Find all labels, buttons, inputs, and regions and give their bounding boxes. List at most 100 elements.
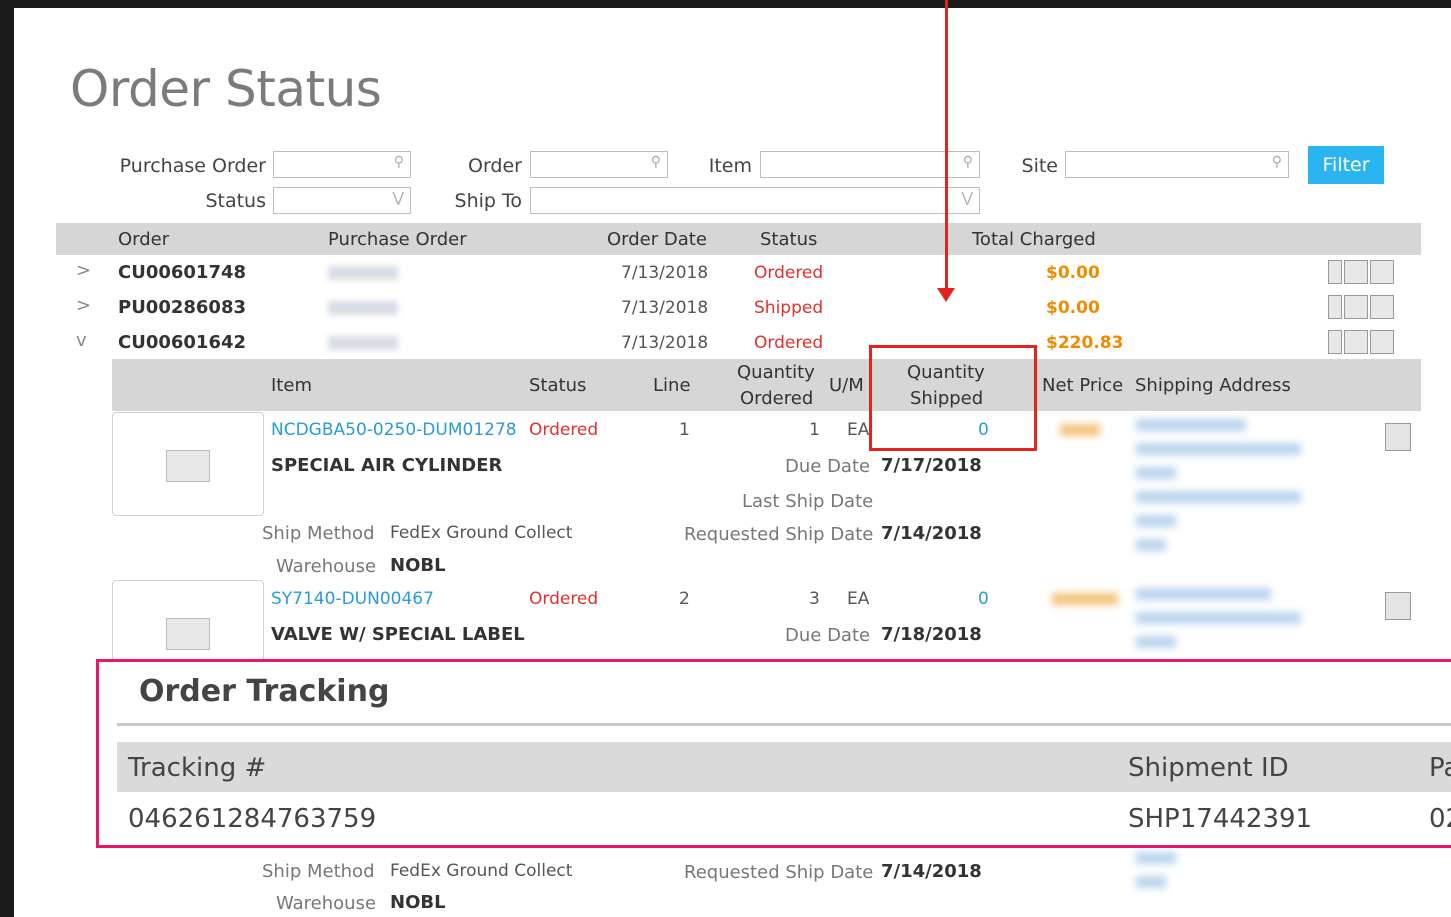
shipment-id: SHP17442391 (1128, 804, 1313, 834)
document-icon[interactable] (1370, 260, 1394, 284)
item-description: SPECIAL AIR CYLINDER (271, 455, 503, 476)
item-link[interactable]: NCDGBA50-0250-DUM01278 (271, 420, 517, 440)
address-redacted (1136, 612, 1301, 624)
search-icon[interactable]: ⚲ (394, 154, 404, 170)
warehouse-label: Warehouse (276, 893, 377, 914)
col-line[interactable]: Line (653, 375, 691, 396)
collapse-icon[interactable] (1328, 295, 1342, 319)
col-order-date[interactable]: Order Date (607, 229, 707, 250)
order-row[interactable]: > PU00286083 7/13/2018 Shipped $0.00 (56, 291, 1421, 326)
ship-method: FedEx Ground Collect (390, 523, 573, 543)
item-description: VALVE W/ SPECIAL LABEL (271, 624, 525, 645)
chevron-right-icon[interactable]: > (76, 260, 91, 281)
document-icon[interactable] (1385, 423, 1411, 451)
item-link[interactable]: SY7140-DUN00467 (271, 589, 434, 609)
truck-icon[interactable] (1344, 330, 1368, 354)
col-qty-ordered-bottom[interactable]: Ordered (740, 388, 813, 409)
search-icon[interactable]: ⚲ (1272, 154, 1282, 170)
qty-ordered: 3 (809, 589, 820, 609)
row-actions (1328, 330, 1396, 354)
truck-icon[interactable] (1344, 295, 1368, 319)
ship-method-label: Ship Method (262, 861, 375, 882)
address-redacted (1136, 588, 1271, 600)
qty-ordered: 1 (809, 420, 820, 440)
address-redacted (1136, 491, 1301, 503)
ship-method-label: Ship Method (262, 523, 375, 544)
line-status: Ordered (529, 589, 599, 609)
col-um[interactable]: U/M (829, 375, 864, 396)
unit-of-measure: EA (847, 420, 870, 440)
chevron-down-icon[interactable]: v (76, 330, 87, 351)
due-date-label: Due Date (785, 456, 871, 477)
search-icon[interactable]: ⚲ (963, 154, 973, 170)
filter-button[interactable]: Filter (1308, 146, 1384, 184)
order-status: Shipped (754, 298, 824, 318)
tracking-number[interactable]: 046261284763759 (128, 804, 376, 834)
purchase-order-input[interactable]: ⚲ (273, 151, 411, 178)
warehouse: NOBL (390, 555, 446, 576)
order-tracking-panel: Order Tracking Tracking # Shipment ID Pa… (96, 659, 1451, 848)
callout-arrow-head (937, 288, 955, 302)
col-partial: Pa (1429, 753, 1451, 783)
line-status: Ordered (529, 420, 599, 440)
col-purchase-order[interactable]: Purchase Order (328, 229, 467, 250)
document-icon[interactable] (1370, 330, 1394, 354)
item-label: Item (708, 155, 752, 177)
col-qty-ordered-top[interactable]: Quantity (737, 362, 815, 383)
order-number[interactable]: CU00601642 (118, 332, 246, 353)
address-redacted (1136, 443, 1301, 455)
order-date: 7/13/2018 (621, 263, 709, 283)
purchase-order-redacted (328, 301, 398, 315)
order-row[interactable]: > CU00601748 7/13/2018 Ordered $0.00 (56, 256, 1421, 291)
left-dark-edge (0, 0, 14, 917)
total-charged: $0.00 (1046, 298, 1100, 318)
address-redacted (1136, 467, 1176, 479)
col-item[interactable]: Item (271, 375, 312, 396)
order-number[interactable]: CU00601748 (118, 262, 246, 283)
callout-arrow-line (945, 0, 948, 290)
divider (117, 723, 1451, 726)
collapse-icon[interactable] (1328, 260, 1342, 284)
status-select[interactable]: ⋁ (273, 187, 411, 214)
col-total-charged[interactable]: Total Charged (972, 229, 1096, 250)
orders-table-header: Order Purchase Order Order Date Status T… (56, 223, 1421, 255)
qty-shipped[interactable]: 0 (978, 589, 989, 609)
address-redacted (1136, 419, 1246, 431)
col-status[interactable]: Status (760, 229, 817, 250)
col-line-status[interactable]: Status (529, 375, 586, 396)
line-number: 1 (679, 420, 690, 440)
site-input[interactable]: ⚲ (1065, 151, 1289, 178)
document-icon[interactable] (1370, 295, 1394, 319)
purchase-order-redacted (328, 266, 398, 280)
lines-table-header: Item Status Line Quantity Ordered U/M Qu… (112, 359, 1421, 411)
requested-ship-date-label: Requested Ship Date (684, 524, 874, 545)
collapse-icon[interactable] (1328, 330, 1342, 354)
net-price-redacted (1052, 593, 1118, 605)
document-icon[interactable] (1385, 592, 1411, 620)
order-status: Ordered (754, 263, 824, 283)
col-order[interactable]: Order (118, 229, 169, 250)
ship-to-select[interactable]: ⋁ (530, 187, 980, 214)
purchase-order-label: Purchase Order (119, 155, 266, 177)
order-row[interactable]: v CU00601642 7/13/2018 Ordered $220.83 (56, 326, 1421, 361)
truck-icon[interactable] (1344, 260, 1368, 284)
image-icon (166, 450, 210, 482)
col-net-price[interactable]: Net Price (1042, 375, 1123, 396)
order-date: 7/13/2018 (621, 333, 709, 353)
order-number[interactable]: PU00286083 (118, 297, 246, 318)
order-input[interactable]: ⚲ (530, 151, 668, 178)
chevron-right-icon[interactable]: > (76, 295, 91, 316)
requested-ship-date-label: Requested Ship Date (684, 862, 874, 883)
net-price-redacted (1060, 424, 1100, 436)
last-ship-date-label: Last Ship Date (742, 491, 874, 512)
col-shipping-address[interactable]: Shipping Address (1135, 375, 1291, 396)
order-label: Order (468, 155, 522, 177)
address-redacted (1136, 636, 1176, 648)
address-redacted (1136, 876, 1166, 888)
due-date: 7/18/2018 (881, 624, 982, 645)
site-label: Site (1021, 155, 1058, 177)
search-icon[interactable]: ⚲ (651, 154, 661, 170)
status-label: Status (205, 190, 266, 212)
tracking-row: 046261284763759 SHP17442391 02 (117, 792, 1451, 842)
row-actions (1328, 260, 1396, 284)
